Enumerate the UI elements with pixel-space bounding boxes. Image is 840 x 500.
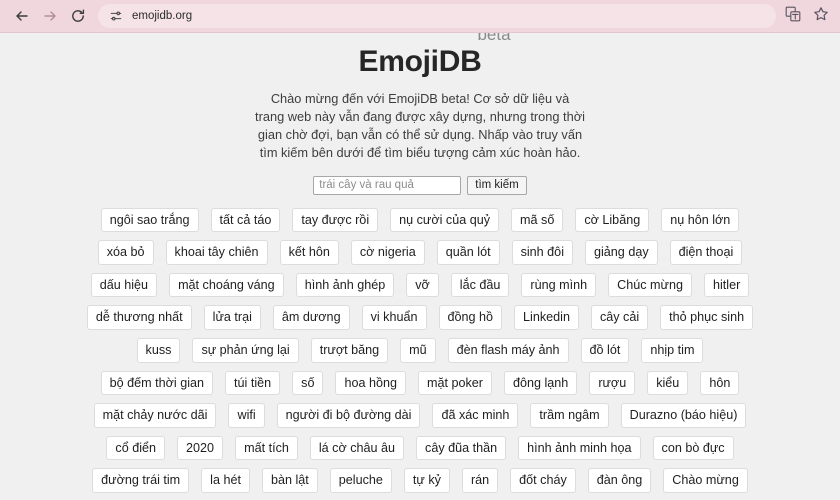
intro-paragraph: Chào mừng đến với EmojiDB beta! Cơ sở dữ… [255, 91, 585, 161]
tag-link[interactable]: cờ nigeria [350, 240, 425, 265]
tag-link[interactable]: tự kỷ [403, 468, 450, 493]
tag-link[interactable]: đồng hồ [438, 305, 503, 330]
translate-icon [785, 6, 801, 27]
tag-link[interactable]: wifi [228, 403, 265, 428]
tag-link[interactable]: mũ [400, 338, 436, 363]
tag-link[interactable]: kuss [136, 338, 181, 363]
tag-link[interactable]: giảng dạy [585, 240, 658, 265]
tag-link[interactable]: lá cờ châu âu [309, 435, 405, 461]
tag-link[interactable]: mặt poker [417, 370, 492, 396]
forward-button[interactable] [36, 2, 64, 30]
tag-link[interactable]: hoa hồng [335, 370, 406, 396]
tag-link[interactable]: đàn ông [587, 468, 652, 493]
tag-link[interactable]: túi tiền [225, 370, 281, 396]
tag-link[interactable]: hitler [703, 272, 750, 298]
star-bookmark-icon [813, 6, 829, 27]
tag-link[interactable]: mặt choáng váng [169, 272, 284, 298]
tag-link[interactable]: hình ảnh ghép [295, 272, 395, 298]
page-title: EmojiDB [358, 45, 482, 78]
page-content: beta EmojiDB Chào mừng đến với EmojiDB b… [0, 33, 840, 500]
tag-link[interactable]: rán [461, 468, 499, 493]
tag-link[interactable]: hôn [700, 370, 740, 396]
tag-link[interactable]: 2020 [177, 435, 224, 461]
tag-link[interactable]: khoai tây chiên [165, 240, 268, 265]
page-header: beta EmojiDB Chào mừng đến với EmojiDB b… [0, 33, 840, 163]
translate-button[interactable] [782, 5, 804, 27]
search-form: tìm kiếm [0, 175, 840, 195]
tag-link[interactable]: đường trái tim [92, 468, 190, 493]
tag-link[interactable]: trầm ngâm [530, 403, 609, 428]
tag-link[interactable]: Chào mừng [663, 468, 748, 493]
tag-link[interactable]: trượt băng [310, 338, 389, 363]
tag-link[interactable]: đốt cháy [510, 468, 576, 493]
tag-link[interactable]: người đi bộ đường dài [276, 403, 421, 428]
tag-link[interactable]: Chúc mừng [608, 272, 692, 298]
tag-link[interactable]: sự phản ứng lại [192, 338, 299, 363]
tag-link[interactable]: con bò đực [652, 435, 734, 461]
tag-link[interactable]: cây cải [590, 305, 649, 330]
tag-link[interactable]: cổ điển [106, 435, 166, 461]
reload-icon [70, 8, 86, 24]
tag-link[interactable]: đồ lót [580, 338, 630, 363]
tag-link[interactable]: kiểu [647, 370, 689, 396]
forward-arrow-icon [42, 8, 58, 24]
tag-link[interactable]: sinh đôi [511, 240, 573, 265]
title-wrap: beta EmojiDB [358, 33, 511, 78]
tag-link[interactable]: xóa bỏ [97, 240, 154, 265]
back-arrow-icon [14, 8, 30, 24]
tag-link[interactable]: mã số [511, 207, 564, 233]
browser-toolbar: emojidb.org [0, 0, 840, 33]
tag-link[interactable]: la hét [201, 468, 250, 493]
tag-link[interactable]: dấu hiệu [90, 272, 158, 298]
search-input[interactable] [313, 175, 462, 195]
tag-link[interactable]: vỡ [406, 272, 439, 298]
tag-link[interactable]: quần lót [436, 240, 500, 265]
search-button[interactable]: tìm kiếm [467, 175, 527, 195]
tag-link[interactable]: peluche [329, 468, 392, 493]
tag-link[interactable]: điện thoại [669, 240, 743, 265]
tag-link[interactable]: rùng mình [521, 272, 597, 298]
tag-link[interactable]: âm dương [272, 305, 350, 330]
tag-cloud: ngôi sao trắng tất cả táo tay được rồi nụ c… [80, 207, 760, 500]
tag-link[interactable]: tay được rồi [292, 207, 379, 233]
tag-link[interactable]: lắc đầu [450, 272, 510, 298]
beta-badge: beta [477, 33, 511, 44]
site-settings-icon[interactable] [108, 8, 124, 24]
tag-link[interactable]: ngôi sao trắng [100, 207, 199, 233]
tag-link[interactable]: rượu [589, 370, 636, 396]
tag-link[interactable]: cờ Libăng [575, 207, 650, 233]
tag-link[interactable]: mặt chảy nước dãi [93, 403, 217, 428]
tag-link[interactable]: đã xác minh [432, 403, 519, 428]
tag-link[interactable]: lửa trại [203, 305, 261, 330]
tag-link[interactable]: hình ảnh minh họa [518, 435, 641, 461]
tag-link[interactable]: Linkedin [514, 305, 579, 330]
tag-link[interactable]: tất cả táo [210, 207, 281, 233]
tag-link[interactable]: đèn flash máy ảnh [447, 338, 569, 363]
bookmark-button[interactable] [810, 5, 832, 27]
tag-link[interactable]: dễ thương nhất [86, 305, 192, 330]
tag-link[interactable]: bộ đếm thời gian [100, 370, 214, 396]
tag-link[interactable]: nụ hôn lớn [661, 207, 740, 233]
address-bar[interactable]: emojidb.org [98, 4, 776, 28]
tag-link[interactable]: thỏ phục sinh [660, 305, 754, 330]
tag-link[interactable]: vi khuẩn [361, 305, 427, 330]
tag-link[interactable]: mất tích [235, 435, 298, 461]
back-button[interactable] [8, 2, 36, 30]
tag-link[interactable]: kết hôn [279, 240, 339, 265]
tag-link[interactable]: nhịp tim [641, 338, 704, 363]
reload-button[interactable] [64, 2, 92, 30]
tag-link[interactable]: cây đũa thần [416, 435, 507, 461]
tag-link[interactable]: nụ cười của quỷ [390, 207, 500, 233]
address-bar-url: emojidb.org [132, 10, 193, 22]
tag-link[interactable]: số [292, 370, 324, 396]
tag-link[interactable]: bàn lật [261, 468, 318, 493]
tag-link[interactable]: Durazno (báo hiệu) [620, 403, 747, 428]
tag-link[interactable]: đông lạnh [503, 370, 578, 396]
toolbar-actions [782, 5, 832, 27]
